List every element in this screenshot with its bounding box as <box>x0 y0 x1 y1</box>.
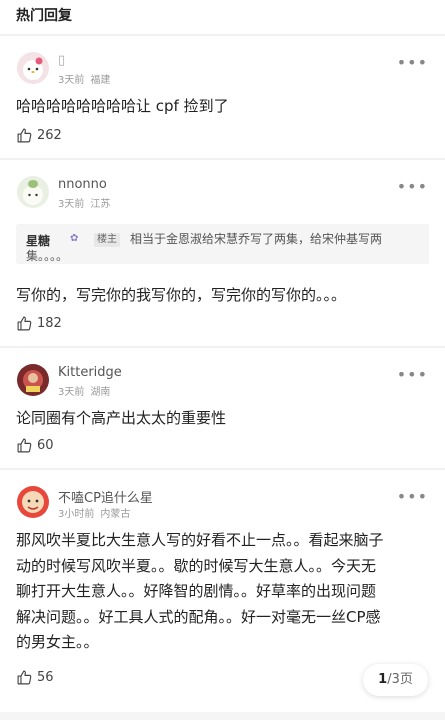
comment-time: 3天前 <box>58 387 85 398</box>
comment-meta: 3天前 湖南 <box>58 383 110 398</box>
avatar[interactable] <box>17 52 49 84</box>
more-icon[interactable]: ••• <box>397 179 428 195</box>
reply-box[interactable]: 星糖 ✿ 楼主 相当于金恩淑给宋慧乔写了两集，给宋仲基写两 集。。。。 <box>16 224 429 264</box>
total-pages: /3页 <box>387 672 413 687</box>
more-icon[interactable]: ••• <box>397 55 428 71</box>
section-title: 热门回复 <box>16 8 72 24</box>
divider <box>0 34 445 36</box>
more-icon[interactable]: ••• <box>397 367 428 383</box>
commenter-name[interactable]: 不嗑CP追什么星 <box>58 487 153 506</box>
commenter-name[interactable]: nnonno <box>58 177 107 192</box>
thumbs-up-icon <box>17 670 32 685</box>
like-count: 182 <box>37 316 62 331</box>
like-count: 60 <box>37 438 54 453</box>
reply-text: 相当于金恩淑给宋慧乔写了两集，给宋仲基写两 <box>130 232 383 246</box>
avatar[interactable] <box>17 176 49 208</box>
comment-text: 论同圈有个高产出太太的重要性 <box>16 409 227 427</box>
comment-meta: 3小时前 内蒙古 <box>58 505 130 520</box>
reply-text-continued: 集。。。。 <box>26 249 69 263</box>
commenter-name[interactable]: ▯ <box>58 53 65 68</box>
page-indicator[interactable]: 1/3页 <box>363 664 428 696</box>
comment-location: 湖南 <box>90 387 111 398</box>
comment-location: 内蒙古 <box>100 509 131 520</box>
comment-text-line: 那风吹半夏比大生意人写的好看不止一点。。看起来脑子 <box>16 531 384 549</box>
comment-text-line: 动的时候写风吹半夏。。歇的时候写大生意人。。今天无 <box>16 556 377 575</box>
comment-text: 写你的，写完你的我写你的，写完你的写你的。。。 <box>16 286 347 304</box>
op-badge: 楼主 <box>94 233 120 247</box>
comment-location: 福建 <box>90 75 111 86</box>
thumbs-up-icon <box>17 128 32 143</box>
comment-location: 江苏 <box>90 199 111 210</box>
current-page: 1 <box>378 672 388 687</box>
thumbs-up-icon <box>17 316 32 331</box>
comment-time: 3天前 <box>58 199 85 210</box>
like-button[interactable]: 182 <box>16 315 62 332</box>
like-button[interactable]: 60 <box>16 437 54 454</box>
comment-time: 3天前 <box>58 75 85 86</box>
like-count: 262 <box>37 128 62 143</box>
more-icon[interactable]: ••• <box>397 489 428 505</box>
divider <box>0 468 445 470</box>
badge-icon: ✿ <box>70 233 79 244</box>
comment-text-line: 的男女主。。 <box>16 633 99 651</box>
like-count: 56 <box>37 670 54 685</box>
comment-text-line: 解决问题。。好工具人式的配角。。好一对毫无一丝CP感 <box>16 607 381 626</box>
reply-author[interactable]: 星糖 <box>26 232 50 249</box>
comment-text: 哈哈哈哈哈哈哈哈让 cpf 捡到了 <box>16 97 229 115</box>
divider <box>0 346 445 348</box>
comment-meta: 3天前 江苏 <box>58 195 110 210</box>
thumbs-up-icon <box>17 438 32 453</box>
divider <box>0 158 445 160</box>
comment-time: 3小时前 <box>58 509 95 520</box>
commenter-name[interactable]: Kitteridge <box>58 365 122 380</box>
avatar[interactable] <box>17 364 49 396</box>
comment-text-line: 聊打开大生意人。。好降智的剧情。。好草率的出现问题 <box>16 582 377 600</box>
comment-text: 那风吹半夏比大生意人写的好看不止一点。。看起来脑子 动的时候写风吹半夏。。歇的时… <box>16 528 433 656</box>
avatar[interactable] <box>17 486 49 518</box>
like-button[interactable]: 262 <box>16 127 62 144</box>
comment-meta: 3天前 福建 <box>58 71 110 86</box>
like-button[interactable]: 56 <box>16 669 54 686</box>
bottom-edge <box>0 712 445 720</box>
